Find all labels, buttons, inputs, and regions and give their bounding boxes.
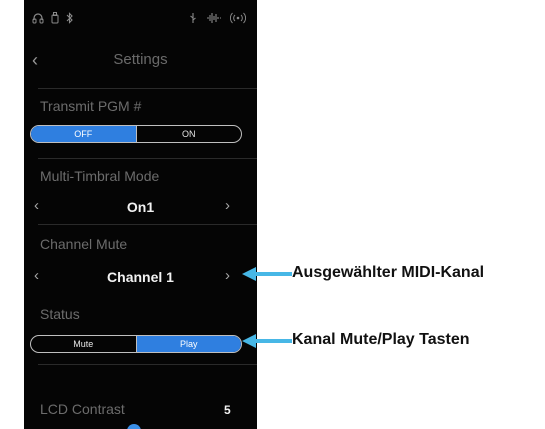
divider bbox=[38, 224, 257, 225]
transmit-pgm-on-button[interactable]: ON bbox=[135, 126, 242, 142]
play-button[interactable]: Play bbox=[135, 336, 241, 352]
channel-mute-value: Channel 1 bbox=[107, 269, 174, 285]
usb-symbol-icon bbox=[190, 13, 196, 23]
header: ‹ Settings bbox=[24, 48, 257, 74]
transmit-pgm-label: Transmit PGM # bbox=[40, 98, 142, 114]
wireless-icon bbox=[230, 12, 246, 24]
tablet-screen: ‹ Settings Transmit PGM # OFF ON Multi-T… bbox=[24, 0, 257, 429]
multi-timbral-label: Multi-Timbral Mode bbox=[40, 168, 160, 184]
divider bbox=[38, 364, 257, 365]
transmit-pgm-toggle: OFF ON bbox=[30, 125, 242, 143]
chevron-right-icon[interactable]: › bbox=[225, 197, 230, 214]
status-toggle: Mute Play bbox=[30, 335, 242, 353]
midi-channel-annotation: Ausgewählter MIDI-Kanal bbox=[292, 264, 485, 281]
divider bbox=[38, 88, 257, 89]
divider bbox=[38, 158, 257, 159]
mute-button[interactable]: Mute bbox=[31, 336, 136, 352]
lcd-contrast-label: LCD Contrast bbox=[40, 401, 125, 417]
lcd-contrast-value: 5 bbox=[224, 403, 231, 417]
mute-play-annotation: Kanal Mute/Play Tasten bbox=[292, 331, 470, 348]
multi-timbral-selector: ‹ On1 › bbox=[24, 196, 257, 218]
headphones-icon bbox=[32, 13, 44, 24]
chevron-right-icon[interactable]: › bbox=[225, 267, 230, 284]
lcd-contrast-slider-handle[interactable] bbox=[127, 424, 141, 429]
audio-icon bbox=[207, 13, 221, 23]
arrow-left-icon bbox=[242, 334, 292, 348]
transmit-pgm-off-button[interactable]: OFF bbox=[31, 126, 136, 142]
status-label: Status bbox=[40, 306, 80, 322]
arrow-left-icon bbox=[242, 267, 292, 281]
channel-mute-label: Channel Mute bbox=[40, 236, 128, 252]
page-title: Settings bbox=[113, 51, 168, 68]
channel-mute-selector: ‹ Channel 1 › bbox=[24, 266, 257, 288]
status-bar bbox=[24, 12, 257, 28]
usb-icon bbox=[51, 12, 59, 24]
multi-timbral-value: On1 bbox=[126, 199, 155, 215]
bluetooth-icon bbox=[66, 12, 73, 24]
